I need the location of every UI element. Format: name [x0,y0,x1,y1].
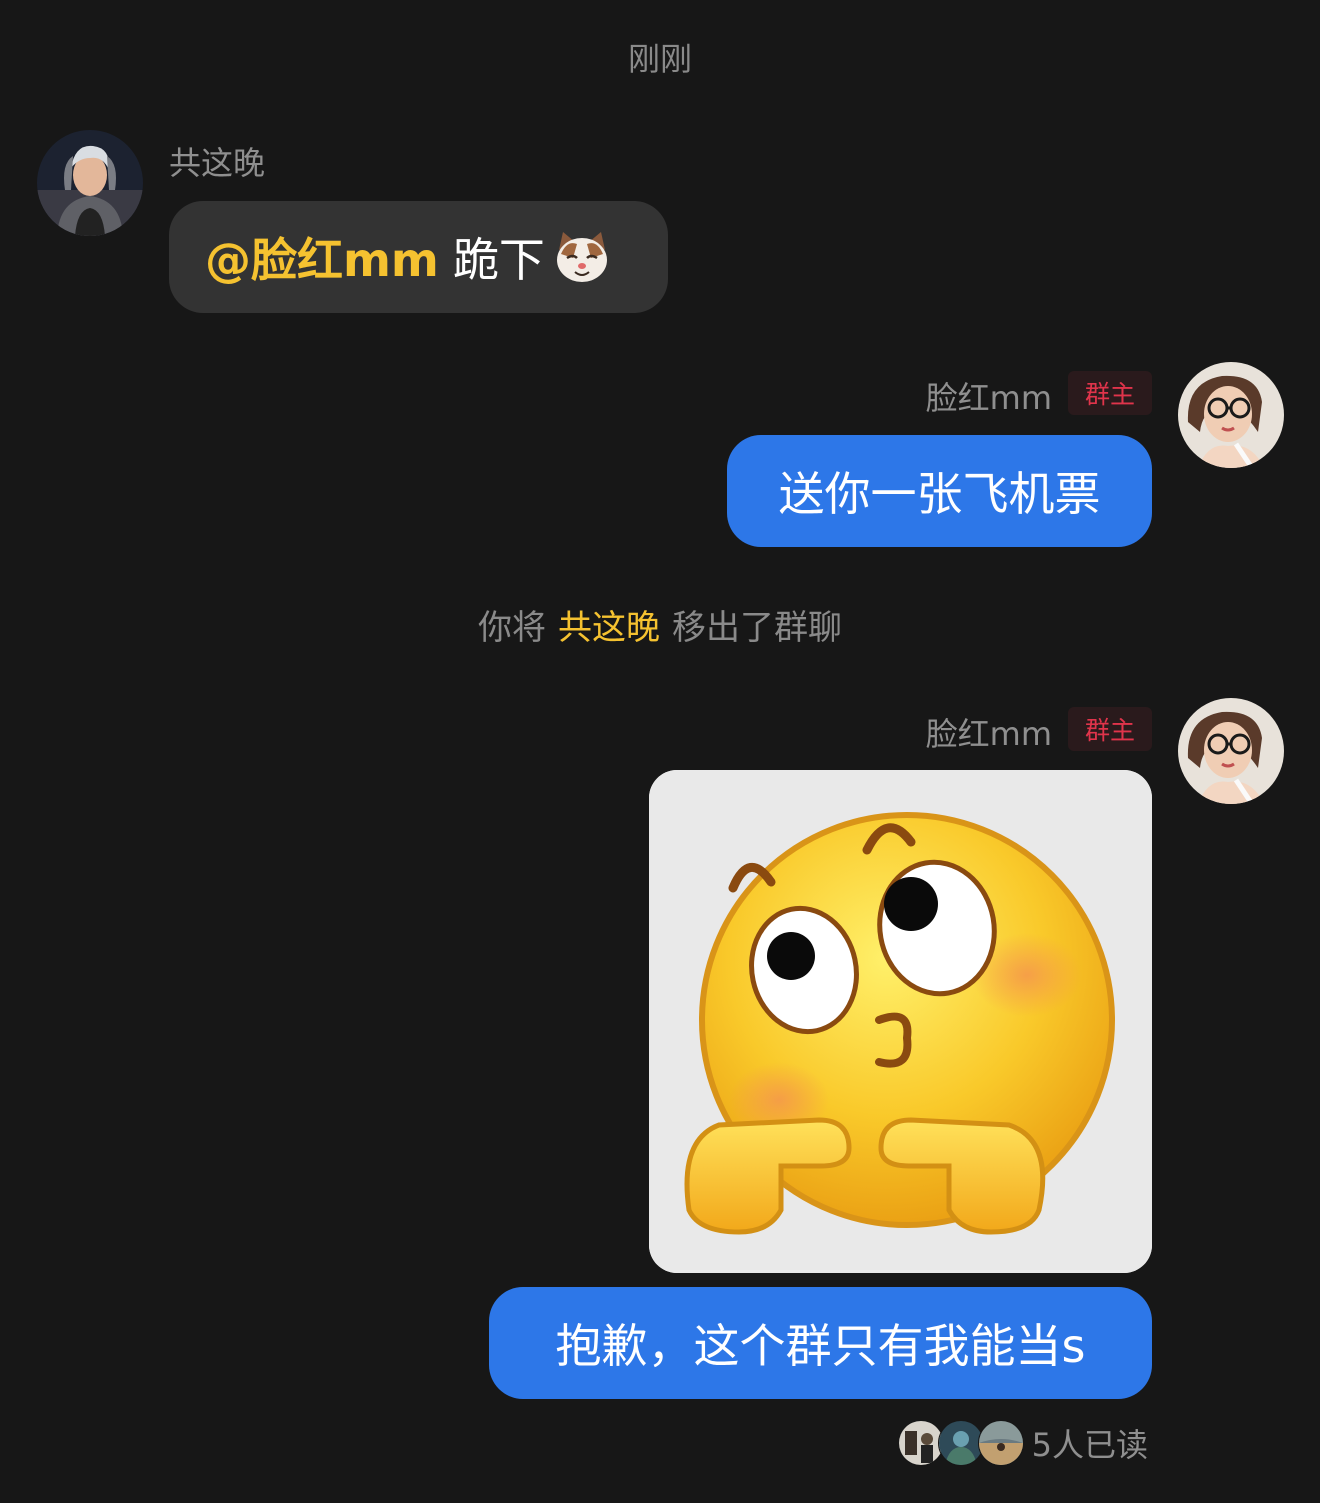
read-count: 5人已读 [1031,1426,1148,1464]
sticker-image[interactable] [649,770,1152,1273]
sender-name: 共这晚 [169,144,266,182]
reader-avatar [937,1420,984,1466]
message-text: 抱歉，这个群只有我能当s [555,1319,1086,1373]
message-text: 送你一张飞机票 [778,467,1101,521]
mention-link[interactable]: @脸红mm [205,224,439,290]
system-notice-prefix: 你将 [478,608,546,648]
chat-screen: 刚刚 共这晚 @脸红mm 跪下 群主 脸红mm 送你一张飞机票 你将 共这晚 移… [0,0,1320,1503]
avatar-lianhongmm[interactable] [1178,362,1284,468]
message-bubble-outgoing[interactable]: 抱歉，这个群只有我能当s [489,1287,1152,1399]
owner-badge: 群主 [1068,707,1152,751]
system-notice-suffix: 移出了群聊 [672,608,842,648]
removed-member-name[interactable]: 共这晚 [558,608,660,648]
sender-name: 脸红mm [925,379,1052,417]
system-notice: 你将 共这晚 移出了群聊 [0,600,1320,649]
timestamp: 刚刚 [627,40,692,78]
owner-badge: 群主 [1068,371,1152,415]
reader-avatars [897,1420,1024,1466]
reader-avatar [897,1420,944,1466]
sender-name: 脸红mm [925,715,1052,753]
message-bubble-outgoing[interactable]: 送你一张飞机票 [727,435,1152,547]
message-bubble-incoming[interactable]: @脸红mm 跪下 [169,201,668,313]
read-receipt[interactable]: 5人已读 [897,1420,1148,1466]
message-text: 跪下 [452,233,545,287]
cat-face-icon [556,232,607,282]
avatar-lianhongmm[interactable] [1178,698,1284,804]
reader-avatar [977,1420,1024,1466]
avatar-gongzhewan[interactable] [37,130,143,236]
